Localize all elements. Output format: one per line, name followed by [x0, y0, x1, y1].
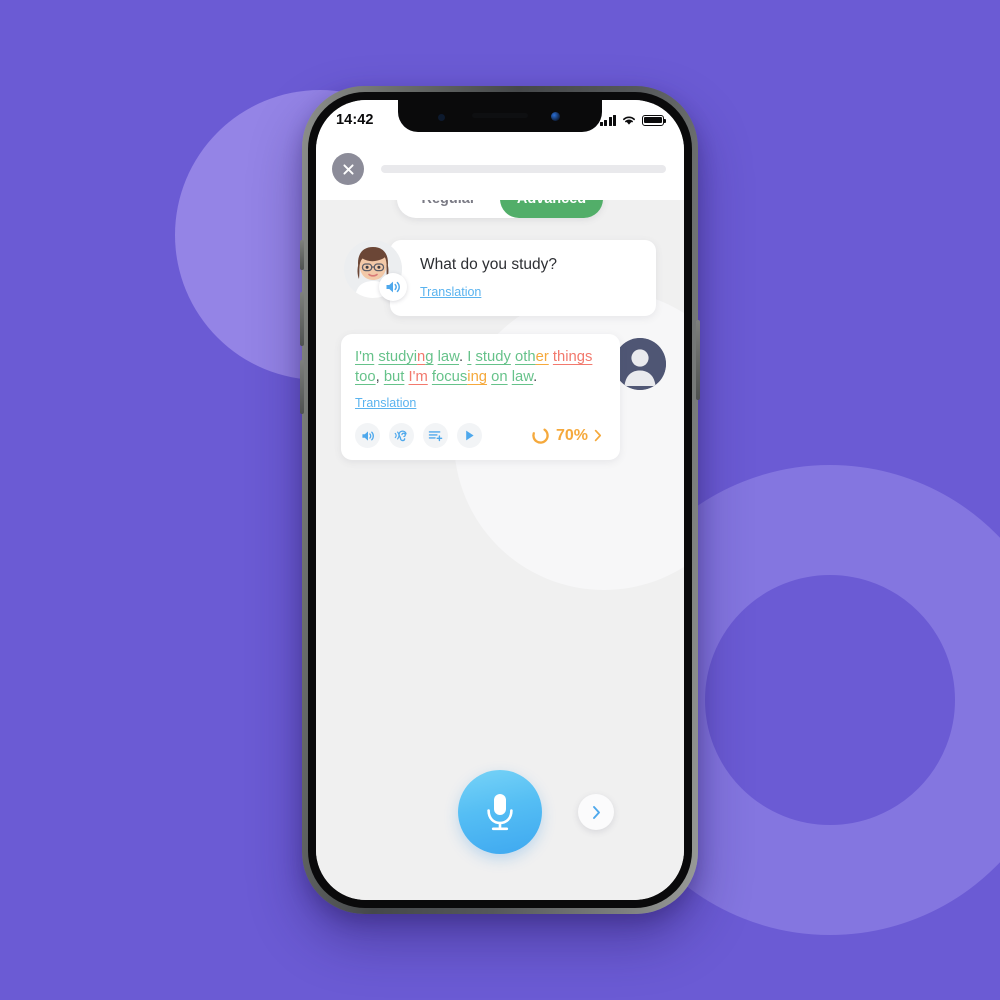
bot-translation-link[interactable]: Translation: [420, 285, 481, 299]
tab-advanced[interactable]: Advanced: [500, 200, 603, 218]
earpiece-speaker: [472, 113, 528, 118]
volume-up-button[interactable]: [300, 292, 304, 346]
microphone-icon: [487, 794, 513, 831]
speaker-icon-button[interactable]: [355, 423, 380, 449]
word-token[interactable]: study: [476, 349, 511, 365]
tutor-avatar[interactable]: [344, 240, 407, 301]
status-bar-icons: [599, 114, 667, 126]
word-token[interactable]: law: [512, 369, 533, 385]
conversation-area: Regular Advanced: [316, 200, 684, 900]
front-camera-icon: [551, 112, 560, 121]
word-token[interactable]: I'm: [355, 349, 374, 365]
user-message-bubble: I'm studying law. I study other things t…: [341, 334, 620, 461]
mute-switch[interactable]: [300, 240, 304, 270]
user-translation-link[interactable]: Translation: [355, 396, 604, 410]
lesson-progress-bar: [381, 165, 666, 173]
word-token[interactable]: things: [553, 349, 593, 365]
add-to-list-icon-button[interactable]: [423, 423, 448, 449]
word-token[interactable]: oth: [515, 349, 536, 365]
score-value: 70%: [555, 426, 588, 444]
word-token[interactable]: law: [438, 349, 459, 365]
mode-tabs: Regular Advanced: [397, 200, 603, 218]
word-token[interactable]: too: [355, 369, 376, 385]
play-audio-button[interactable]: [379, 273, 407, 301]
word-token[interactable]: but: [384, 369, 405, 385]
word-token[interactable]: on: [491, 369, 507, 385]
microphone-record-button[interactable]: [458, 770, 542, 854]
wifi-icon: [623, 116, 635, 125]
phone-mockup: 14:42 What do you study? Translation I'm…: [300, 86, 700, 914]
progress-ring-icon: [532, 427, 549, 445]
user-avatar[interactable]: [614, 338, 666, 390]
word-token[interactable]: focus: [432, 369, 467, 385]
play-icon: [466, 430, 474, 441]
chevron-right-icon: [594, 430, 602, 442]
power-button[interactable]: [696, 320, 700, 400]
battery-full-icon: [642, 114, 667, 126]
proximity-sensor-icon: [438, 114, 445, 121]
tab-regular[interactable]: Regular: [397, 200, 500, 218]
word-token[interactable]: ,: [376, 369, 384, 385]
word-token[interactable]: .: [533, 369, 537, 385]
bot-message-text: What do you study?: [420, 256, 557, 273]
ear-listen-icon-button[interactable]: [389, 423, 414, 449]
status-bar-clock: 14:42: [336, 112, 374, 128]
word-token[interactable]: I'm: [409, 369, 428, 385]
recording-controls: [316, 770, 684, 854]
cellular-signal-icon: [599, 114, 616, 126]
message-actions: 70%: [355, 423, 604, 449]
user-message-row: I'm studying law. I study other things t…: [316, 334, 684, 461]
ear-listen-icon: [394, 430, 407, 442]
close-icon: [342, 163, 354, 175]
user-message-text: I'm studying law. I study other things t…: [355, 348, 604, 387]
lesson-header: [316, 138, 684, 200]
word-token[interactable]: studyi: [378, 349, 417, 365]
bot-message-bubble: What do you study? Translation: [390, 240, 656, 316]
close-button[interactable]: [332, 153, 364, 185]
user-avatar-image: [614, 338, 666, 390]
phone-bezel: 14:42 What do you study? Translation I'm…: [300, 92, 700, 908]
speaker-icon: [386, 281, 400, 293]
phone-notch: [398, 100, 602, 132]
speaker-icon: [361, 431, 374, 441]
poster-stage: 14:42 What do you study? Translation I'm…: [0, 0, 1000, 1000]
play-icon-button[interactable]: [457, 423, 482, 449]
word-token[interactable]: er: [536, 349, 549, 365]
word-token[interactable]: ing: [467, 369, 487, 385]
score-indicator[interactable]: 70%: [531, 426, 604, 445]
chevron-right-icon: [592, 805, 600, 819]
word-token[interactable]: g: [425, 349, 433, 365]
volume-down-button[interactable]: [300, 360, 304, 414]
next-button[interactable]: [578, 794, 614, 830]
phone-screen: 14:42 What do you study? Translation I'm…: [316, 100, 684, 900]
bot-message-row: What do you study? Translation: [316, 240, 684, 316]
add-to-list-icon: [428, 431, 443, 442]
